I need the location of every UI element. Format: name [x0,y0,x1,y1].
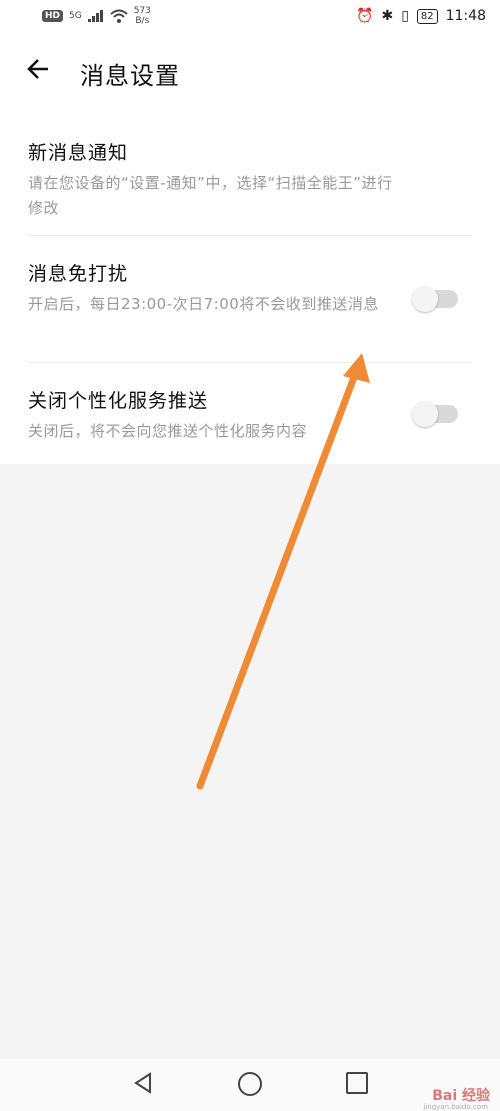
system-nav-bar: Bai 经验 jingyan.baidu.com [0,1059,500,1111]
nav-home-icon[interactable] [238,1072,262,1096]
annotation-arrow-icon [196,353,370,790]
watermark-logo: Bai 经验 [432,1088,490,1104]
nav-back-icon[interactable] [132,1072,154,1094]
watermark-url: jingyan.baidu.com [423,1103,488,1111]
nav-recents-icon[interactable] [346,1072,368,1094]
